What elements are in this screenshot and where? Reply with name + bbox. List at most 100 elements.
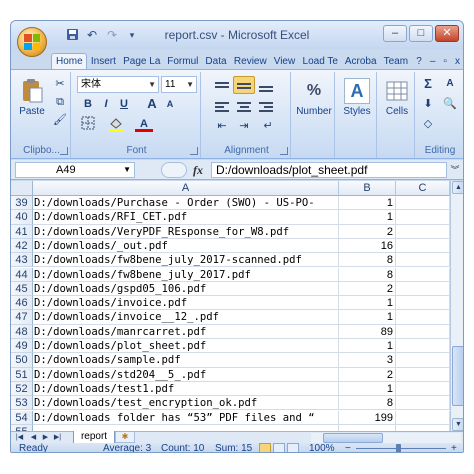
- cell-a[interactable]: D:/downloads/gspd05_106.pdf: [33, 281, 339, 297]
- cell-b[interactable]: 2: [339, 281, 396, 297]
- cell-a[interactable]: D:/downloads/test_encryption_ok.pdf: [33, 396, 339, 411]
- ribbon-close-icon[interactable]: x: [452, 54, 463, 69]
- clear-icon[interactable]: ◇: [419, 116, 437, 132]
- font-size-select[interactable]: 11 ▼: [161, 76, 197, 93]
- cells-button[interactable]: Cells: [381, 78, 413, 117]
- cell-c[interactable]: [396, 324, 450, 339]
- zoom-slider[interactable]: [356, 448, 446, 449]
- minimize-button[interactable]: –: [383, 25, 407, 42]
- cell-a[interactable]: D:/downloads/sample.pdf: [33, 353, 339, 368]
- cell-a[interactable]: D:/downloads/std204__5_.pdf: [33, 367, 339, 382]
- ribbon-minimize-icon[interactable]: –: [427, 54, 439, 69]
- cell-b[interactable]: 8: [339, 267, 396, 282]
- font-color-button[interactable]: A: [135, 116, 153, 132]
- row-header[interactable]: 48: [11, 324, 33, 339]
- align-left-button[interactable]: [213, 100, 231, 114]
- tab-insert[interactable]: Insert: [87, 54, 119, 69]
- cell-b[interactable]: 8: [339, 396, 396, 411]
- cell-a[interactable]: D:/downloads/invoice__12_.pdf: [33, 310, 339, 325]
- borders-icon[interactable]: [79, 116, 97, 132]
- expand-formula-bar-icon[interactable]: ︾: [449, 163, 461, 177]
- vertical-scroll-thumb[interactable]: [452, 346, 463, 406]
- tab-home[interactable]: Home: [51, 53, 87, 69]
- styles-button[interactable]: A Styles: [339, 78, 375, 117]
- number-format-button[interactable]: % Number: [295, 78, 333, 117]
- cell-c[interactable]: [396, 267, 450, 282]
- cell-a[interactable]: D:/downloads/fw8bene_july_2017-scanned.p…: [33, 253, 339, 268]
- align-top-button[interactable]: [213, 80, 231, 94]
- ribbon-restore-icon[interactable]: ▫: [440, 54, 450, 69]
- sort-filter-icon[interactable]: A: [441, 76, 459, 92]
- row-header[interactable]: 52: [11, 381, 33, 397]
- maximize-button[interactable]: □: [409, 25, 433, 42]
- column-header-a[interactable]: A: [33, 181, 339, 196]
- alignment-launcher-icon[interactable]: [280, 147, 288, 155]
- office-button[interactable]: [17, 27, 47, 57]
- tab-page-layout[interactable]: Page La: [119, 54, 163, 69]
- cell-c[interactable]: [396, 210, 450, 225]
- autosum-icon[interactable]: Σ: [419, 76, 437, 92]
- fill-color-icon[interactable]: [107, 116, 125, 132]
- font-name-select[interactable]: 宋体 ▼: [77, 76, 159, 93]
- increase-indent-icon[interactable]: ⇥: [235, 118, 253, 134]
- horizontal-scrollbar[interactable]: [311, 433, 461, 443]
- cell-b[interactable]: 2: [339, 367, 396, 382]
- cell-c[interactable]: [396, 353, 450, 368]
- row-header[interactable]: 45: [11, 281, 33, 297]
- shrink-font-button[interactable]: A: [161, 96, 179, 112]
- cell-b[interactable]: 8: [339, 253, 396, 268]
- align-bottom-button[interactable]: [257, 80, 275, 94]
- cell-b[interactable]: 3: [339, 353, 396, 368]
- cell-c[interactable]: [396, 253, 450, 268]
- cell-a[interactable]: D:/downloads/manrcarret.pdf: [33, 324, 339, 339]
- last-sheet-icon[interactable]: ▶|: [53, 433, 62, 443]
- clipboard-launcher-icon[interactable]: [60, 147, 68, 155]
- find-select-icon[interactable]: 🔍: [441, 96, 459, 112]
- row-header[interactable]: 44: [11, 267, 33, 282]
- tab-formulas[interactable]: Formul: [163, 54, 201, 69]
- insert-function-icon[interactable]: fx: [193, 163, 203, 178]
- cell-a[interactable]: D:/downloads/_out.pdf: [33, 238, 339, 254]
- row-header[interactable]: 53: [11, 396, 33, 411]
- align-right-button[interactable]: [257, 100, 275, 114]
- first-sheet-icon[interactable]: |◀: [15, 433, 24, 443]
- row-header[interactable]: 49: [11, 339, 33, 354]
- cell-a[interactable]: D:/downloads folder has “53” PDF files a…: [33, 410, 339, 425]
- cell-a[interactable]: D:/downloads/test1.pdf: [33, 381, 339, 397]
- zoom-in-icon[interactable]: +: [451, 443, 457, 452]
- cell-c[interactable]: [396, 296, 450, 311]
- wrap-text-icon[interactable]: ↵: [259, 118, 277, 134]
- tab-acrobat[interactable]: Acroba: [341, 54, 380, 69]
- tab-data[interactable]: Data: [201, 54, 229, 69]
- cell-c[interactable]: [396, 238, 450, 254]
- cell-a[interactable]: D:/downloads/Purchase - Order (SWO) - US…: [33, 196, 339, 211]
- cell-c[interactable]: [396, 196, 450, 211]
- cut-icon[interactable]: ✂: [51, 76, 69, 92]
- copy-icon[interactable]: ⧉: [51, 94, 69, 110]
- tab-load-test[interactable]: Load Te: [299, 54, 341, 69]
- scroll-down-icon[interactable]: ▼: [452, 418, 463, 431]
- normal-view-icon[interactable]: [259, 443, 271, 452]
- cell-c[interactable]: [396, 410, 450, 425]
- cell-a[interactable]: D:/downloads/RFI_CET.pdf: [33, 210, 339, 225]
- zoom-level[interactable]: 100%: [309, 443, 335, 452]
- formula-buttons[interactable]: [161, 162, 187, 178]
- tab-team[interactable]: Team: [380, 54, 412, 69]
- row-header[interactable]: 54: [11, 410, 33, 425]
- row-header[interactable]: 41: [11, 224, 33, 239]
- cell-a[interactable]: D:/downloads/plot_sheet.pdf: [33, 339, 339, 354]
- decrease-indent-icon[interactable]: ⇤: [213, 118, 231, 134]
- cell-b[interactable]: 1: [339, 339, 396, 354]
- cell-b[interactable]: 1: [339, 296, 396, 311]
- cell-b[interactable]: 1: [339, 381, 396, 397]
- cell-c[interactable]: [396, 381, 450, 397]
- row-header[interactable]: 42: [11, 238, 33, 254]
- cell-a[interactable]: D:/downloads/invoice.pdf: [33, 296, 339, 311]
- column-header-c[interactable]: C: [396, 181, 450, 196]
- tab-view[interactable]: View: [270, 54, 299, 69]
- select-all-corner[interactable]: [11, 181, 33, 196]
- cell-b[interactable]: 1: [339, 210, 396, 225]
- font-launcher-icon[interactable]: [190, 147, 198, 155]
- next-sheet-icon[interactable]: ▶: [41, 433, 50, 443]
- italic-button[interactable]: I: [97, 96, 115, 112]
